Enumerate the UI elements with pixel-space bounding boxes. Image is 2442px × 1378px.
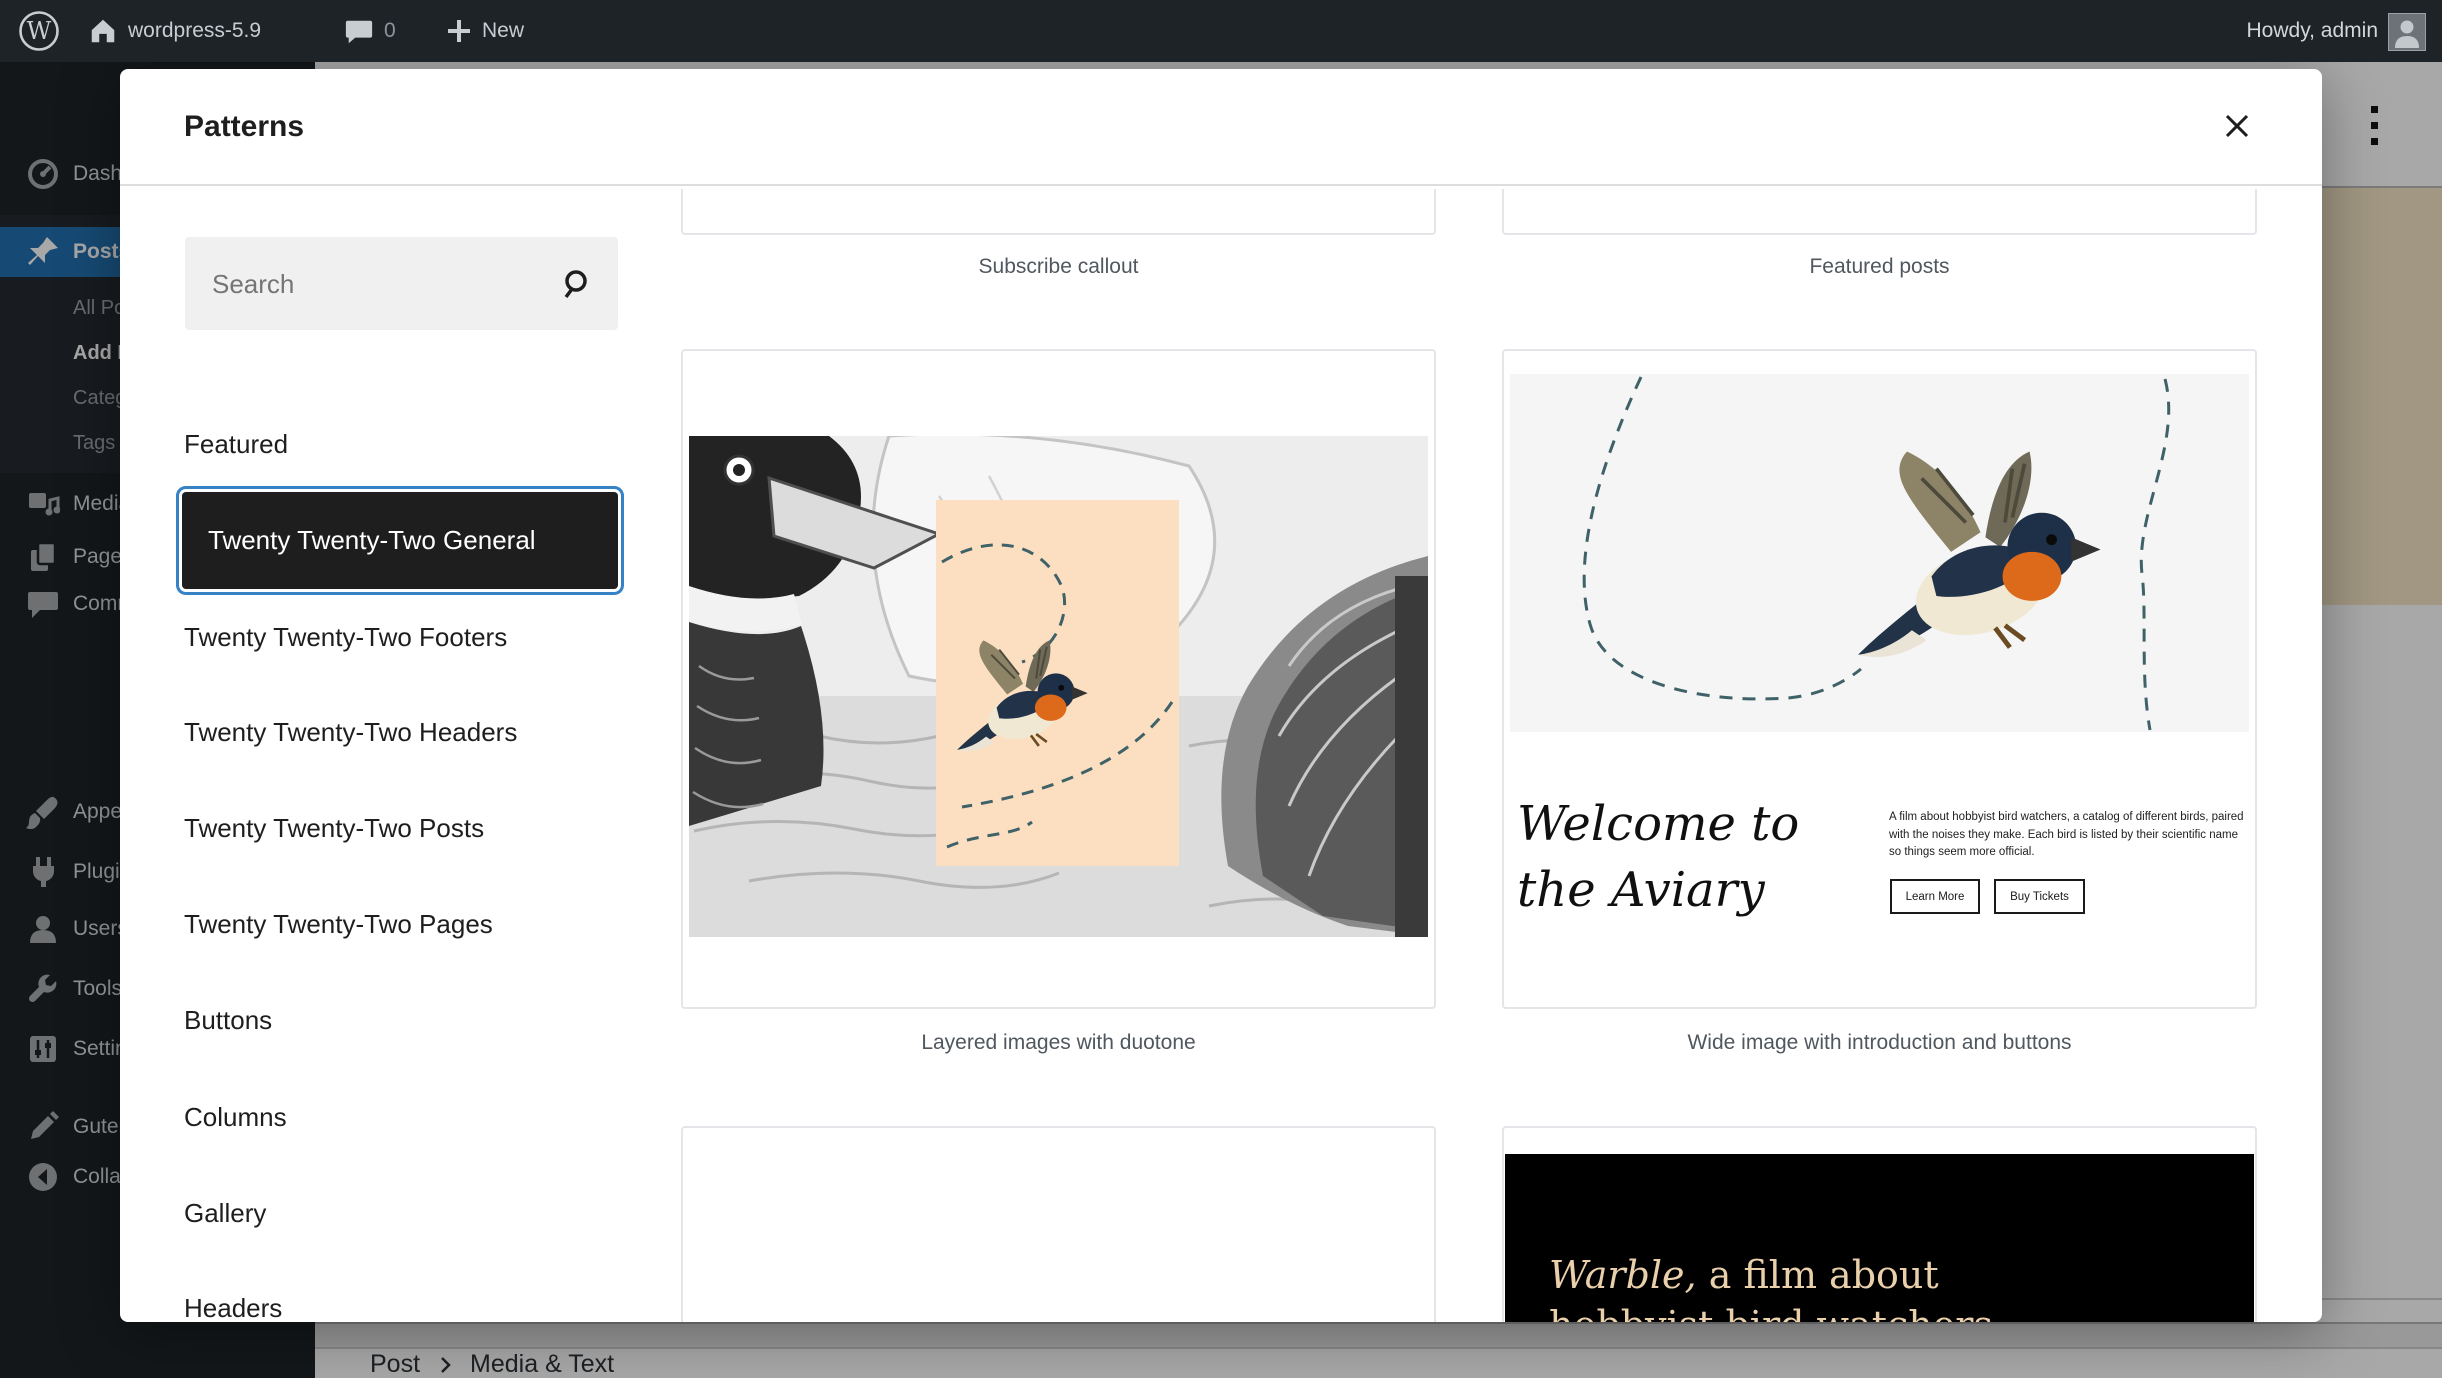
howdy-text: Howdy, admin <box>2246 19 2379 42</box>
pattern-card-layered-images[interactable] <box>681 349 1436 1009</box>
category-item-columns[interactable]: Columns <box>184 1087 618 1147</box>
category-label: Twenty Twenty-Two General <box>208 525 536 555</box>
duck-illustration <box>689 436 1428 937</box>
category-item-headers[interactable]: Headers <box>184 1278 618 1323</box>
aviary-body-text: A film about hobbyist bird watchers, a c… <box>1889 811 2244 858</box>
category-label: Twenty Twenty-Two Posts <box>184 812 485 843</box>
avatar-person-icon <box>2395 20 2419 48</box>
pattern-card-warble[interactable]: Warble, a film about hobbyist bird watch… <box>1502 1126 2257 1322</box>
category-item-buttons[interactable]: Buttons <box>184 990 618 1050</box>
category-label: Headers <box>184 1292 283 1323</box>
modal-title: Patterns <box>184 109 305 143</box>
category-label: Columns <box>184 1101 287 1132</box>
patterns-grid: Subscribe callout Featured posts Layered… <box>640 189 2322 1322</box>
search-input[interactable] <box>210 237 544 332</box>
admin-bar: W wordpress-5.9 0 New Howdy, admin <box>0 0 2442 62</box>
site-menu[interactable]: wordpress-5.9 <box>88 0 261 62</box>
category-label: Featured <box>184 428 289 459</box>
category-item-tt2-pages[interactable]: Twenty Twenty-Two Pages <box>184 894 618 954</box>
warble-line2: hobbyist bird watchers <box>1549 1300 1993 1322</box>
howdy-menu[interactable]: Howdy, admin <box>2247 0 2379 62</box>
search-icon[interactable] <box>560 266 596 302</box>
warble-black-block: Warble, a film about hobbyist bird watch… <box>1505 1154 2254 1322</box>
new-label: New <box>482 19 525 42</box>
category-item-featured[interactable]: Featured <box>184 414 618 474</box>
category-label: Twenty Twenty-Two Footers <box>184 621 508 652</box>
aviary-heading-line1: Welcome to <box>1517 796 1800 852</box>
comments-count: 0 <box>384 19 396 42</box>
category-label: Gallery <box>184 1197 267 1228</box>
pattern-label: Subscribe callout <box>978 255 1139 278</box>
screen: Post Media & Text Dashboard Posts All Po… <box>0 0 2442 1378</box>
category-item-tt2-footers[interactable]: Twenty Twenty-Two Footers <box>184 607 618 667</box>
aviary-heading: Welcome to the Aviary <box>1517 791 1799 923</box>
comments-menu[interactable]: 0 <box>344 0 396 62</box>
pattern-card-blank[interactable] <box>681 1126 1436 1322</box>
buy-tickets-button: Buy Tickets <box>1994 879 2085 914</box>
home-icon <box>91 19 115 43</box>
category-label: Twenty Twenty-Two Headers <box>184 716 518 747</box>
pattern-label: Wide image with introduction and buttons <box>1687 1031 2072 1054</box>
warble-rest: a film about <box>1696 1253 1939 1297</box>
aviary-heading-line2: the Aviary <box>1517 862 1765 918</box>
pattern-card-subscribe-callout[interactable] <box>681 189 1436 235</box>
category-item-gallery[interactable]: Gallery <box>184 1183 618 1243</box>
close-button[interactable] <box>2207 96 2267 156</box>
category-item-tt2-headers[interactable]: Twenty Twenty-Two Headers <box>184 702 618 762</box>
close-icon <box>2225 114 2249 138</box>
warble-title: Warble, <box>1549 1253 1697 1297</box>
category-label: Buttons <box>184 1004 273 1035</box>
learn-more-button: Learn More <box>1890 879 1980 914</box>
plus-icon <box>448 20 470 42</box>
warble-text: Warble, a film about hobbyist bird watch… <box>1549 1250 1993 1322</box>
pattern-label: Featured posts <box>1809 255 1950 278</box>
avatar[interactable] <box>2388 13 2426 51</box>
wordpress-logo-menu[interactable]: W <box>18 0 60 62</box>
pattern-card-wide-image[interactable]: Welcome to the Aviary A film about hobby… <box>1502 349 2257 1009</box>
svg-text:W: W <box>27 17 52 45</box>
pattern-label: Layered images with duotone <box>921 1031 1196 1054</box>
modal-header: Patterns <box>120 69 2322 186</box>
wordpress-logo-icon: W <box>19 11 59 51</box>
admin-comments-icon <box>345 20 373 44</box>
patterns-modal: Patterns Featured Twenty Twenty-Two Gene… <box>120 69 2322 1322</box>
search-box <box>185 237 618 332</box>
category-item-tt2-general[interactable]: Twenty Twenty-Two General <box>182 492 618 589</box>
site-name: wordpress-5.9 <box>128 19 262 42</box>
category-item-tt2-posts[interactable]: Twenty Twenty-Two Posts <box>184 798 618 858</box>
new-menu[interactable]: New <box>446 0 524 62</box>
pattern-card-featured-posts[interactable] <box>1502 189 2257 235</box>
category-label: Twenty Twenty-Two Pages <box>184 908 493 939</box>
aviary-banner-illustration <box>1510 374 2249 732</box>
